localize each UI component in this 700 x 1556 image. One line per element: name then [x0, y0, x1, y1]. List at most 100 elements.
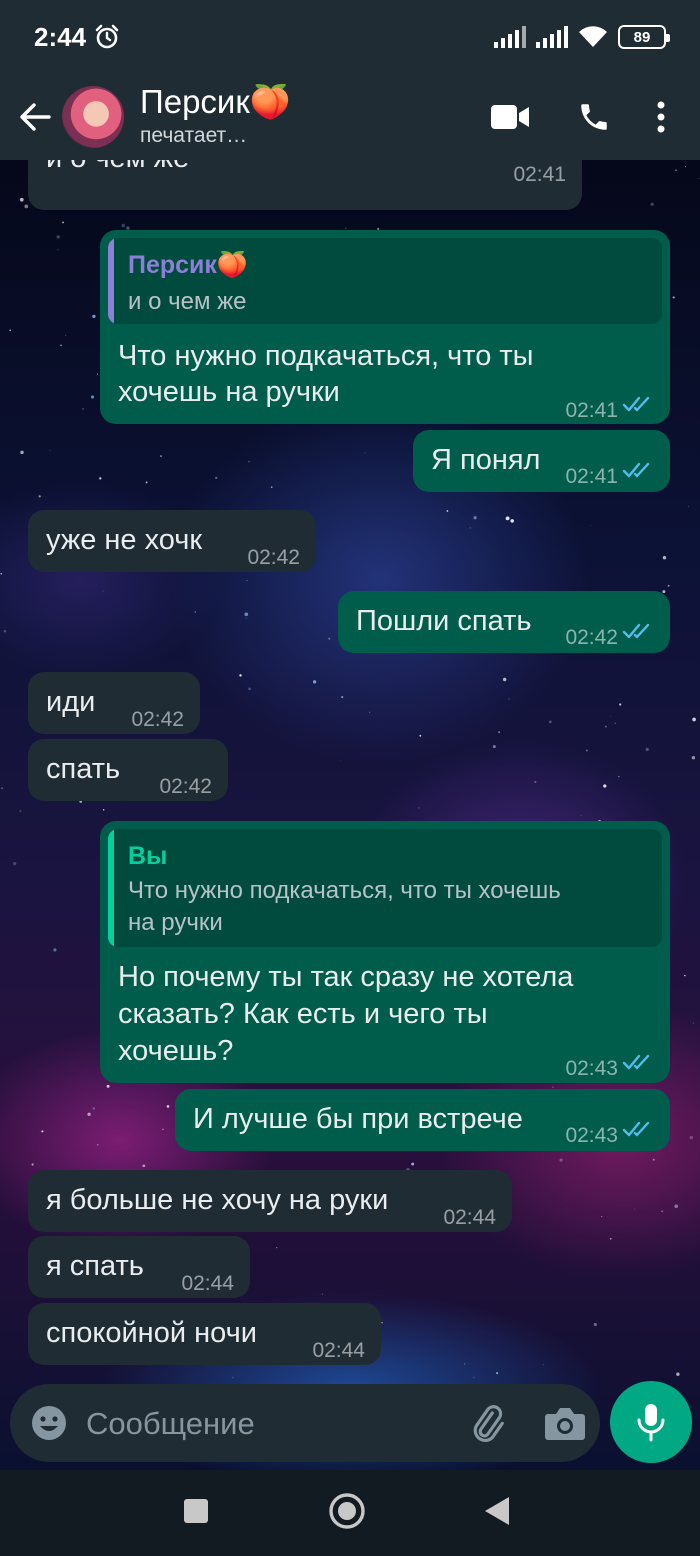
- nav-recents-button[interactable]: [161, 1476, 231, 1546]
- wallpaper-star: [692, 1022, 694, 1024]
- message-bubble-outgoing[interactable]: Персик🍑 и о чем же Что нужно подкачаться…: [100, 230, 670, 424]
- voice-message-button[interactable]: [610, 1381, 692, 1463]
- message-bubble-incoming[interactable]: спокойной ночи 02:44: [28, 1303, 381, 1365]
- message-bubble-incoming[interactable]: уже не хочк 02:42: [28, 510, 316, 572]
- wallpaper-star: [166, 1105, 170, 1108]
- message-time: 02:42: [131, 708, 184, 731]
- phone-icon: [581, 104, 607, 130]
- read-ticks-icon: [622, 623, 650, 639]
- message-input[interactable]: [86, 1404, 446, 1444]
- wallpaper-star: [276, 1247, 278, 1249]
- message-bubble-incoming[interactable]: спать 02:42: [28, 739, 228, 801]
- chat-area[interactable]: и о чем же 02:41 Персик🍑 и о чем же Что …: [0, 160, 700, 1470]
- nav-recents-icon: [184, 1499, 208, 1523]
- alarm-icon: [95, 24, 119, 49]
- wallpaper-star: [559, 1158, 563, 1162]
- message-text: иди: [46, 686, 96, 718]
- wallpaper-star: [38, 495, 41, 498]
- wallpaper-star: [215, 476, 218, 480]
- camera-icon[interactable]: [544, 1404, 586, 1442]
- more-options-button[interactable]: [636, 82, 686, 152]
- wallpaper-star: [270, 486, 273, 488]
- wallpaper-star: [106, 1084, 110, 1088]
- quoted-message[interactable]: Персик🍑 и о чем же: [108, 238, 662, 324]
- wallpaper-star: [341, 696, 344, 699]
- wallpaper-star: [239, 674, 242, 677]
- wallpaper-star: [688, 506, 689, 508]
- message-bubble-incoming[interactable]: иди 02:42: [28, 672, 200, 734]
- signal-icon: [494, 26, 526, 48]
- nav-home-button[interactable]: [312, 1476, 382, 1546]
- wallpaper-star: [364, 452, 366, 454]
- wallpaper-star: [160, 455, 162, 458]
- wallpaper-star: [446, 510, 449, 512]
- wallpaper-star: [142, 1164, 146, 1168]
- wallpaper-star: [340, 760, 342, 762]
- wallpaper-star: [41, 1130, 44, 1133]
- quote-author: Персик🍑: [128, 251, 249, 279]
- emoji-icon[interactable]: [30, 1404, 68, 1442]
- message-time: 02:41: [513, 163, 566, 186]
- wallpaper-star: [96, 1143, 99, 1146]
- message-text: И лучше бы при встрече: [193, 1103, 523, 1135]
- wallpaper-star: [102, 809, 105, 811]
- message-text: спать: [46, 753, 121, 785]
- contact-info[interactable]: Персик🍑 печатает…: [140, 83, 291, 151]
- status-bar: 2:44 89: [0, 0, 700, 74]
- wallpaper-star: [62, 221, 65, 224]
- signal-icon: [536, 26, 568, 48]
- status-indicators: 89: [494, 25, 670, 49]
- wallpaper-star: [496, 1372, 499, 1375]
- message-text-line: Что нужно подкачаться, что ты: [118, 340, 534, 372]
- message-time: 02:44: [181, 1272, 234, 1295]
- wallpaper-star: [145, 481, 148, 484]
- avatar[interactable]: [62, 86, 124, 148]
- message-bubble-outgoing[interactable]: И лучше бы при встрече 02:43: [175, 1089, 670, 1151]
- wallpaper-star: [90, 395, 95, 399]
- wallpaper-star: [498, 731, 500, 733]
- status-time: 2:44: [34, 21, 87, 52]
- message-bubble-incoming[interactable]: и о чем же 02:41: [28, 160, 582, 210]
- wallpaper-star: [9, 329, 12, 332]
- voice-call-button[interactable]: [552, 82, 636, 152]
- wallpaper-star: [19, 809, 22, 813]
- quote-bar: [108, 238, 114, 324]
- wallpaper-star: [618, 775, 620, 778]
- video-call-button[interactable]: [468, 82, 552, 152]
- message-time: 02:41: [565, 399, 618, 422]
- wallpaper-star: [13, 861, 17, 866]
- wallpaper-star: [92, 1107, 96, 1110]
- wallpaper-star: [92, 314, 96, 319]
- message-time: 02:44: [443, 1206, 496, 1229]
- back-button[interactable]: [6, 82, 64, 152]
- wallpaper-star: [312, 680, 317, 684]
- message-bubble-outgoing[interactable]: Я понял 02:41: [413, 430, 670, 492]
- wallpaper-star: [248, 460, 250, 463]
- chat-header: Персик🍑 печатает…: [0, 74, 700, 160]
- wallpaper-star: [31, 1163, 34, 1166]
- wallpaper-star: [672, 296, 675, 299]
- nav-back-button[interactable]: [462, 1476, 532, 1546]
- attach-icon[interactable]: [466, 1402, 508, 1444]
- message-bubble-outgoing[interactable]: Пошли спать 02:42: [338, 591, 670, 653]
- wallpaper-star: [87, 1112, 91, 1116]
- wallpaper-star: [593, 1322, 597, 1327]
- wallpaper-star: [245, 618, 247, 620]
- wallpaper-star: [49, 450, 51, 452]
- wallpaper-star: [645, 747, 649, 752]
- message-time: 02:43: [565, 1057, 618, 1080]
- wallpaper-star: [508, 698, 510, 700]
- message-time: 02:42: [565, 626, 618, 649]
- message-bubble-outgoing[interactable]: Вы Что нужно подкачаться, что ты хочешь …: [100, 821, 670, 1083]
- read-ticks-icon: [622, 1054, 650, 1070]
- wallpaper-star: [231, 1376, 234, 1379]
- wallpaper-star: [1, 787, 3, 790]
- message-bubble-incoming[interactable]: я спать 02:44: [28, 1236, 250, 1298]
- wallpaper-star: [614, 722, 616, 724]
- wallpaper-star: [684, 974, 686, 977]
- message-bubble-incoming[interactable]: я больше не хочу на руки 02:44: [28, 1170, 512, 1232]
- wallpaper-star: [53, 948, 57, 952]
- wallpaper-star: [505, 516, 510, 521]
- wallpaper-star: [3, 630, 7, 633]
- quoted-message[interactable]: Вы Что нужно подкачаться, что ты хочешь …: [108, 829, 662, 947]
